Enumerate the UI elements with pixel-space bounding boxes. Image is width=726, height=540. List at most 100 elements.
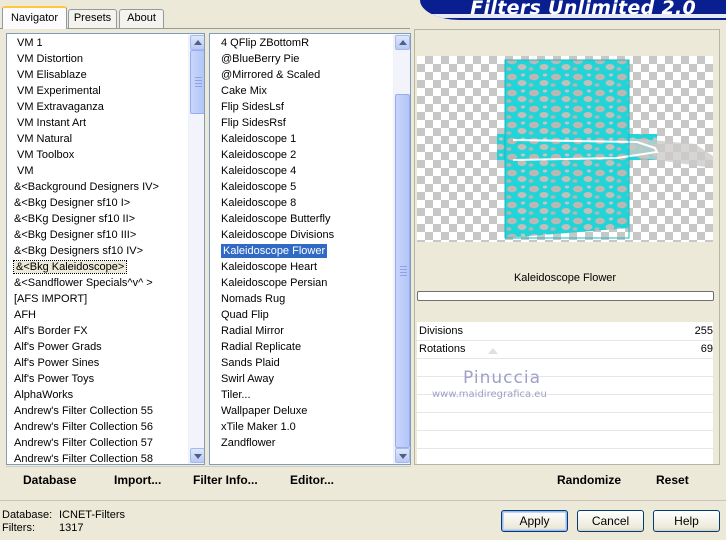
list-item[interactable]: Swirl Away (221, 371, 274, 387)
list-item-label: Nomads Rug (221, 293, 286, 305)
status-filters-value: 1317 (59, 522, 84, 534)
list-item[interactable]: Andrew's Filter Collection 57 (14, 435, 153, 451)
list-item-label: Zandflower (221, 437, 276, 449)
list-item[interactable]: Nomads Rug (221, 291, 285, 307)
tab-strip: Navigator Presets About (0, 0, 420, 29)
list-item-label: VM Extravaganza (17, 101, 104, 113)
list-item[interactable]: [AFS IMPORT] (14, 291, 87, 307)
list-item[interactable]: &<Bkg Designers sf10 IV> (14, 243, 143, 259)
list-item[interactable]: &<Background Designers IV> (14, 179, 159, 195)
list-item[interactable]: &<Sandflower Specials^v^ > (14, 275, 153, 291)
filter-list[interactable]: 4 QFlip ZBottomR @BlueBerry Pie @Mirrored … (209, 33, 411, 465)
import-button[interactable]: Import... (114, 473, 161, 487)
list-item[interactable]: Kaleidoscope Persian (221, 275, 327, 291)
scroll-thumb[interactable] (190, 50, 204, 114)
list-item[interactable]: Kaleidoscope Butterfly (221, 211, 330, 227)
list-item[interactable]: 4 QFlip ZBottomR (221, 35, 309, 51)
help-button[interactable]: Help (653, 510, 720, 532)
list-item-label: Alf's Border FX (14, 325, 88, 337)
param-divisions[interactable]: Divisions 255 (417, 323, 713, 341)
list-item[interactable]: Alf's Border FX (14, 323, 88, 339)
list-item-label: Kaleidoscope 1 (221, 133, 297, 145)
list-item-label: xTile Maker 1.0 (221, 421, 296, 433)
editor-button[interactable]: Editor... (290, 473, 334, 487)
filter-scrollbar[interactable] (393, 34, 410, 464)
list-item[interactable]: Radial Replicate (221, 339, 301, 355)
list-item[interactable]: &<Bkg Designer sf10 III> (14, 227, 136, 243)
list-item-label: Kaleidoscope Flower (219, 243, 329, 259)
list-item[interactable]: VM Toolbox (17, 147, 74, 163)
slider-thumb-icon[interactable] (488, 348, 498, 354)
list-item[interactable]: Kaleidoscope 1 (221, 131, 296, 147)
scroll-down-button[interactable] (395, 448, 410, 463)
filter-info-button[interactable]: Filter Info... (193, 473, 258, 487)
list-item[interactable]: Andrew's Filter Collection 55 (14, 403, 153, 419)
list-item[interactable]: VM Instant Art (17, 115, 86, 131)
list-item[interactable]: Alf's Power Sines (14, 355, 99, 371)
tab-about[interactable]: About (119, 9, 164, 28)
list-item[interactable]: Kaleidoscope Heart (221, 259, 317, 275)
list-item[interactable]: xTile Maker 1.0 (221, 419, 296, 435)
list-item[interactable]: Radial Mirror (221, 323, 284, 339)
list-item[interactable]: &<Bkg Designer sf10 I> (14, 195, 130, 211)
scroll-down-button[interactable] (190, 448, 204, 463)
list-item[interactable]: Flip SidesLsf (221, 99, 284, 115)
cancel-button[interactable]: Cancel (577, 510, 644, 532)
list-item[interactable]: Sands Plaid (221, 355, 280, 371)
list-item[interactable]: Flip SidesRsf (221, 115, 286, 131)
list-item[interactable]: Kaleidoscope Flower (219, 243, 329, 259)
list-item[interactable]: &<BKg Designer sf10 II> (14, 211, 135, 227)
list-item[interactable]: VM (17, 163, 34, 179)
list-item[interactable]: @Mirrored & Scaled (221, 67, 320, 83)
list-item[interactable]: Wallpaper Deluxe (221, 403, 307, 419)
list-item[interactable]: VM Elisablaze (17, 67, 87, 83)
list-item[interactable]: Kaleidoscope 5 (221, 179, 296, 195)
scroll-thumb[interactable] (395, 94, 410, 448)
tab-navigator[interactable]: Navigator (2, 6, 67, 29)
param-empty-row (417, 431, 713, 449)
kaleidoscope-preview-graphic (497, 59, 713, 239)
list-item[interactable]: Zandflower (221, 435, 275, 451)
category-items: VM 1 VM Distortion VM Elisablaze VM Experim… (12, 35, 189, 464)
category-list[interactable]: VM 1 VM Distortion VM Elisablaze VM Experim… (6, 33, 205, 465)
tab-presets[interactable]: Presets (68, 9, 117, 28)
list-item[interactable]: Alf's Power Grads (14, 339, 102, 355)
list-item-label: VM (17, 165, 34, 177)
randomize-button[interactable]: Randomize (557, 473, 621, 487)
scroll-up-button[interactable] (190, 35, 204, 50)
list-item-label: Kaleidoscope Divisions (221, 229, 335, 241)
param-empty-row (417, 359, 713, 377)
list-item[interactable]: Cake Mix (221, 83, 267, 99)
list-item[interactable]: Andrew's Filter Collection 58 (14, 451, 153, 464)
progress-bar (417, 291, 714, 301)
list-item-label: [AFS IMPORT] (14, 293, 88, 305)
list-item[interactable]: Quad Flip (221, 307, 269, 323)
list-item[interactable]: Kaleidoscope 8 (221, 195, 296, 211)
list-item[interactable]: VM Natural (17, 131, 72, 147)
list-item[interactable]: Kaleidoscope 4 (221, 163, 296, 179)
list-item[interactable]: &<Bkg Kaleidoscope> (12, 259, 128, 275)
list-item[interactable]: AFH (14, 307, 36, 323)
list-item[interactable]: Tiler... (221, 387, 251, 403)
list-item[interactable]: Kaleidoscope Divisions (221, 227, 334, 243)
list-item-label: VM Toolbox (17, 149, 75, 161)
apply-button[interactable]: Apply (501, 510, 568, 532)
list-item[interactable]: AlphaWorks (14, 387, 73, 403)
reset-button[interactable]: Reset (656, 473, 689, 487)
status-filters-label: Filters: (2, 522, 35, 534)
list-item[interactable]: VM 1 (17, 35, 43, 51)
title-banner: Filters Unlimited 2.0 (420, 0, 726, 20)
database-button[interactable]: Database (23, 473, 76, 487)
param-rotations[interactable]: Rotations 69 (417, 341, 713, 359)
list-item[interactable]: VM Experimental (17, 83, 101, 99)
list-item[interactable]: Andrew's Filter Collection 56 (14, 419, 153, 435)
list-item[interactable]: @BlueBerry Pie (221, 51, 299, 67)
list-item-label: VM Experimental (17, 85, 101, 97)
scroll-up-button[interactable] (395, 35, 410, 50)
list-item[interactable]: VM Distortion (17, 51, 83, 67)
category-scrollbar[interactable] (188, 34, 204, 464)
list-item[interactable]: Kaleidoscope 2 (221, 147, 296, 163)
list-item-label: 4 QFlip ZBottomR (221, 37, 310, 49)
list-item[interactable]: Alf's Power Toys (14, 371, 94, 387)
list-item[interactable]: VM Extravaganza (17, 99, 104, 115)
